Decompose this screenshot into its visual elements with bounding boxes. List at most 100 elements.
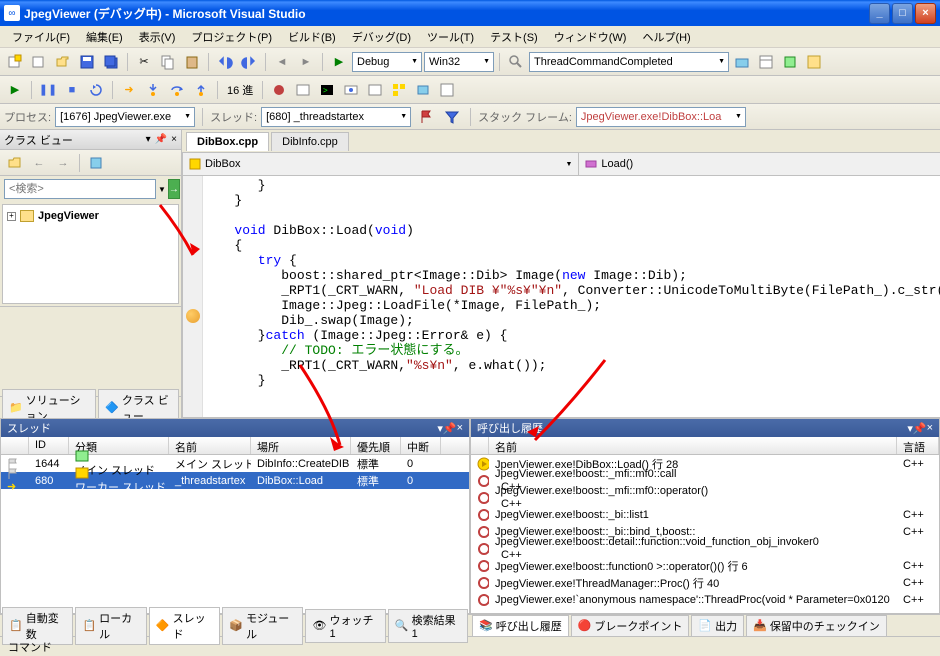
undo-icon[interactable] [214, 51, 236, 73]
nav-method-dropdown[interactable]: Load() [579, 153, 940, 175]
restart-icon[interactable] [85, 79, 107, 101]
find-icon[interactable] [505, 51, 527, 73]
menu-debug[interactable]: デバッグ(D) [344, 27, 419, 47]
menu-file[interactable]: ファイル(F) [4, 27, 78, 47]
processes-icon[interactable] [436, 79, 458, 101]
watch-icon[interactable] [340, 79, 362, 101]
paste-icon[interactable] [181, 51, 203, 73]
callstack-pin-icon[interactable]: 📌 [913, 422, 927, 435]
pause-icon[interactable]: ❚❚ [37, 79, 59, 101]
close-button[interactable]: × [915, 3, 936, 24]
threads-pin-icon[interactable]: 📌 [443, 422, 457, 435]
threads-table[interactable]: ID 分類 名前 場所 優先順 中断 1644 メイン スレッドメイン スレッド… [1, 437, 469, 613]
redo-icon[interactable] [238, 51, 260, 73]
th-suspend[interactable]: 中断 [401, 437, 441, 454]
editor-gutter[interactable] [183, 176, 203, 417]
thread-dropdown[interactable]: [680] _threadstartex [261, 107, 411, 127]
menu-edit[interactable]: 編集(E) [78, 27, 131, 47]
nav-forward-icon[interactable]: ► [295, 51, 317, 73]
th-name[interactable]: 名前 [169, 437, 251, 454]
class-search-input[interactable] [4, 179, 156, 199]
minimize-button[interactable]: _ [869, 3, 890, 24]
cv-back-icon[interactable]: ← [28, 152, 50, 174]
toolbox-icon[interactable] [731, 51, 753, 73]
tree-root-item[interactable]: + JpegViewer [7, 209, 174, 223]
close-panel-icon[interactable]: × [171, 134, 177, 145]
nav-class-dropdown[interactable]: DibBox [183, 153, 579, 175]
cv-settings-icon[interactable] [85, 152, 107, 174]
tab-watch1[interactable]: 👁ウォッチ 1 [305, 609, 385, 643]
threads-close-icon[interactable]: × [457, 422, 463, 434]
nav-back-icon[interactable]: ◄ [271, 51, 293, 73]
callstack-row[interactable]: JpegViewer.exe!ThreadManager::Proc() 行 4… [471, 574, 939, 591]
copy-icon[interactable] [157, 51, 179, 73]
code-content[interactable]: } } void DibBox::Load(void) { try { boos… [203, 176, 940, 417]
immediate-icon[interactable]: > [316, 79, 338, 101]
callstack-row[interactable]: JpegViewer.exe!boost::function0 >::opera… [471, 557, 939, 574]
tab-locals[interactable]: 📋ローカル [75, 607, 146, 645]
breakpoints-icon[interactable] [268, 79, 290, 101]
output-icon[interactable] [292, 79, 314, 101]
locals-icon[interactable] [364, 79, 386, 101]
th-flag[interactable] [1, 437, 29, 454]
thread-row[interactable]: ➜680 ワーカー スレッド_threadstartexDibBox::Load… [1, 472, 469, 489]
platform-dropdown[interactable]: Win32 [424, 52, 494, 72]
tab-dibbox[interactable]: DibBox.cpp [186, 132, 269, 151]
th-cs-icon[interactable] [471, 437, 489, 454]
step-out-icon[interactable] [190, 79, 212, 101]
breakpoint-marker[interactable] [186, 309, 200, 323]
th-cs-lang[interactable]: 言語 [897, 437, 939, 454]
object-browser-icon[interactable] [779, 51, 801, 73]
more-icon[interactable] [803, 51, 825, 73]
tab-dibinfo[interactable]: DibInfo.cpp [271, 132, 349, 151]
menu-help[interactable]: ヘルプ(H) [634, 27, 698, 47]
start-debug-icon[interactable]: ▶ [328, 51, 350, 73]
expander-icon[interactable]: + [7, 212, 16, 221]
process-dropdown[interactable]: [1676] JpegViewer.exe [55, 107, 195, 127]
new-project-icon[interactable] [4, 51, 26, 73]
cut-icon[interactable]: ✂ [133, 51, 155, 73]
show-next-icon[interactable]: ➜ [118, 79, 140, 101]
callstack-row[interactable]: JpegViewer.exe!boost::_mfi::mf0::operato… [471, 489, 939, 506]
thread-filter-icon[interactable] [441, 106, 463, 128]
th-id[interactable]: ID [29, 437, 69, 454]
modules-icon[interactable] [412, 79, 434, 101]
search-go-button[interactable]: → [168, 179, 180, 199]
tab-pending-checkin[interactable]: 📥保留中のチェックイン [746, 615, 887, 637]
callstack-row[interactable]: JpegViewer.exe!`anonymous namespace'::Th… [471, 591, 939, 608]
th-location[interactable]: 場所 [251, 437, 351, 454]
add-item-icon[interactable] [28, 51, 50, 73]
code-editor[interactable]: } } void DibBox::Load(void) { try { boos… [182, 176, 940, 418]
menu-view[interactable]: 表示(V) [131, 27, 184, 47]
tab-modules[interactable]: 📦モジュール [222, 607, 303, 645]
tab-threads[interactable]: 🔶スレッド [149, 607, 220, 645]
thread-flag-icon[interactable] [415, 106, 437, 128]
maximize-button[interactable]: □ [892, 3, 913, 24]
dropdown-icon[interactable]: ▾ [146, 134, 151, 145]
menu-tools[interactable]: ツール(T) [419, 27, 482, 47]
callstack-table[interactable]: 名前 言語 JpenViewer.exe!DibBox::Load() 行 28… [471, 437, 939, 613]
properties-icon[interactable] [755, 51, 777, 73]
new-folder-icon[interactable] [4, 152, 26, 174]
pin-icon[interactable]: 📌 [155, 134, 167, 145]
menu-build[interactable]: ビルド(B) [280, 27, 344, 47]
callstack-row[interactable]: JpegViewer.exe!boost::_bi::list1C++ [471, 506, 939, 523]
cv-forward-icon[interactable]: → [52, 152, 74, 174]
tab-findresults1[interactable]: 🔍検索結果 1 [388, 609, 468, 643]
callstack-close-icon[interactable]: × [927, 422, 933, 434]
menu-test[interactable]: テスト(S) [482, 27, 546, 47]
save-all-icon[interactable] [100, 51, 122, 73]
th-cs-name[interactable]: 名前 [489, 437, 897, 454]
tab-breakpoints[interactable]: 🔴ブレークポイント [571, 615, 690, 637]
tab-callstack[interactable]: 📚呼び出し履歴 [472, 615, 569, 637]
find-dropdown[interactable]: ThreadCommandCompleted [529, 52, 729, 72]
threads-icon[interactable] [388, 79, 410, 101]
open-icon[interactable] [52, 51, 74, 73]
class-tree[interactable]: + JpegViewer [2, 204, 179, 304]
continue-icon[interactable]: ▶ [4, 79, 26, 101]
menu-project[interactable]: プロジェクト(P) [183, 27, 280, 47]
tab-output[interactable]: 📄出力 [691, 615, 744, 637]
th-priority[interactable]: 優先順 [351, 437, 401, 454]
callstack-row[interactable]: JpegViewer.exe!boost::detail::function::… [471, 540, 939, 557]
stackframe-dropdown[interactable]: JpegViewer.exe!DibBox::Loa [576, 107, 746, 127]
